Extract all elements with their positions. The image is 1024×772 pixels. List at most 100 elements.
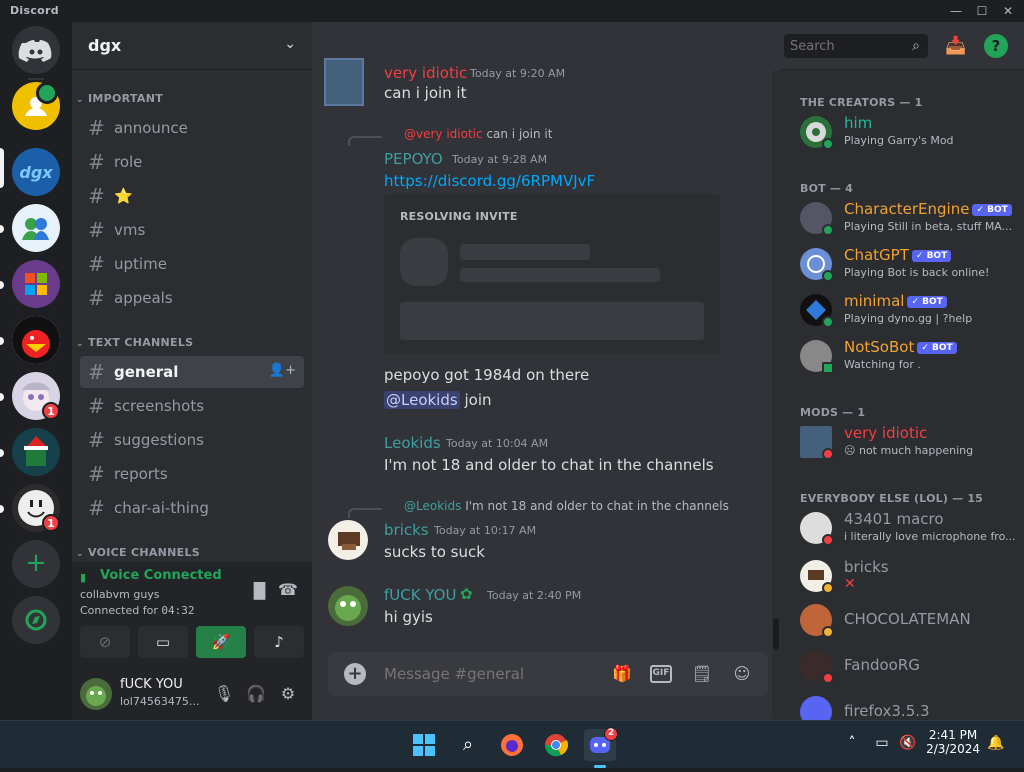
start-button[interactable] bbox=[408, 729, 440, 761]
add-server-button[interactable]: + bbox=[12, 540, 60, 588]
close-icon[interactable]: ✕ bbox=[998, 2, 1018, 20]
reply-preview[interactable]: @Leokids I'm not 18 and older to chat in… bbox=[404, 499, 729, 513]
member-item[interactable]: NotSoBot ✓ BOT Watching for . bbox=[796, 334, 1020, 378]
pepe-avatar-icon bbox=[335, 595, 361, 621]
inbox-icon[interactable]: 📥 bbox=[944, 34, 968, 58]
server-christmas[interactable] bbox=[12, 428, 60, 476]
status-online-icon bbox=[822, 224, 834, 236]
member-item[interactable]: bricks ✕ bbox=[796, 554, 1020, 598]
member-item[interactable]: him Playing Garry's Mod bbox=[796, 110, 1020, 154]
member-name-text: CharacterEngine bbox=[844, 200, 970, 218]
server-dgx[interactable]: dgx bbox=[12, 148, 60, 196]
chrome-button[interactable] bbox=[540, 729, 572, 761]
member-item[interactable]: ChatGPT ✓ BOT Playing Bot is back online! bbox=[796, 242, 1020, 286]
message-text: can i join it bbox=[384, 84, 467, 102]
gif-button[interactable]: GIF bbox=[650, 665, 672, 683]
category-label: IMPORTANT bbox=[88, 92, 164, 105]
channel-announce[interactable]: # announce bbox=[80, 112, 304, 144]
avatar[interactable] bbox=[328, 520, 368, 560]
category-voice-channels[interactable]: ⌄ VOICE CHANNELS bbox=[76, 546, 200, 559]
avatar[interactable] bbox=[324, 58, 364, 106]
member-item[interactable]: 43401 macro i literally love microphone … bbox=[796, 506, 1020, 550]
microphone-icon[interactable]: 🎙 bbox=[212, 682, 236, 706]
channel-general[interactable]: # general 👤+ bbox=[80, 356, 304, 388]
attach-plus-icon[interactable]: + bbox=[344, 663, 366, 685]
message-author[interactable]: bricks bbox=[384, 521, 429, 539]
chat-scrollbar[interactable] bbox=[772, 70, 780, 720]
voice-server[interactable]: collabvm guys bbox=[80, 588, 160, 601]
server-bird[interactable] bbox=[12, 316, 60, 364]
user-avatar[interactable] bbox=[80, 678, 112, 710]
help-icon[interactable]: ? bbox=[984, 34, 1008, 58]
channel-char-ai-thing[interactable]: # char-ai-thing bbox=[80, 492, 304, 524]
search-taskbar-button[interactable]: ⌕ bbox=[452, 729, 484, 761]
server-windows[interactable] bbox=[12, 260, 60, 308]
add-member-icon[interactable]: 👤+ bbox=[269, 363, 296, 378]
network-icon[interactable]: ▭ bbox=[872, 735, 892, 755]
channel-label: char-ai-thing bbox=[114, 499, 209, 517]
app-title: Discord bbox=[10, 4, 59, 17]
notification-bell-icon[interactable]: 🔔 bbox=[986, 735, 1006, 755]
scrollbar-thumb[interactable] bbox=[773, 618, 779, 650]
member-item[interactable]: FandooRG bbox=[796, 644, 1020, 688]
channel-label: screenshots bbox=[114, 397, 205, 415]
member-item[interactable]: CharacterEngine ✓ BOT Playing Still in be… bbox=[796, 196, 1020, 240]
activity-button[interactable]: 🚀 bbox=[196, 626, 246, 658]
message-author[interactable]: very idiotic bbox=[384, 64, 467, 82]
hash-icon: # bbox=[88, 116, 105, 140]
screen-share-button[interactable]: ▭ bbox=[138, 626, 188, 658]
category-text-channels[interactable]: ⌄ TEXT CHANNELS bbox=[76, 336, 193, 349]
voice-status[interactable]: Voice Connected bbox=[100, 568, 222, 583]
message-text-part: join bbox=[464, 391, 492, 409]
sticker-icon[interactable]: 🗒 bbox=[690, 663, 714, 685]
member-list: THE CREATORS — 1 him Playing Garry's Mod… bbox=[780, 70, 1024, 728]
home-button[interactable] bbox=[12, 26, 60, 74]
discover-button[interactable] bbox=[12, 596, 60, 644]
user-name[interactable]: fUCK YOU bbox=[120, 677, 183, 692]
maximize-icon[interactable]: ☐ bbox=[972, 2, 992, 20]
channel-suggestions[interactable]: # suggestions bbox=[80, 424, 304, 456]
invite-link[interactable]: https://discord.gg/6RPMVJvF bbox=[384, 172, 595, 190]
reply-author: @very idiotic bbox=[404, 127, 483, 141]
settings-gear-icon[interactable]: ⚙ bbox=[276, 682, 300, 706]
channel-vms[interactable]: # vms bbox=[80, 214, 304, 246]
channel-role[interactable]: # role bbox=[80, 146, 304, 178]
server-msn[interactable] bbox=[12, 204, 60, 252]
firefox-icon bbox=[501, 734, 523, 756]
invite-embed[interactable]: RESOLVING INVITE bbox=[384, 194, 720, 354]
clock-time: 2:41 PM bbox=[928, 728, 978, 742]
clock-date: 2/3/2024 bbox=[926, 742, 980, 756]
avatar[interactable] bbox=[328, 586, 368, 626]
member-name-text: minimal bbox=[844, 292, 905, 310]
message-author[interactable]: Leokids bbox=[384, 434, 441, 452]
chevron-up-icon[interactable]: ˄ bbox=[842, 735, 862, 755]
reply-preview[interactable]: @very idiotic can i join it bbox=[404, 127, 552, 141]
channel-star[interactable]: # ⭐ bbox=[80, 180, 304, 212]
member-item[interactable]: CHOCOLATEMAN bbox=[796, 598, 1020, 642]
message-author[interactable]: PEPOYO bbox=[384, 150, 443, 168]
channel-uptime[interactable]: # uptime bbox=[80, 248, 304, 280]
guild-header[interactable]: dgx ⌄ bbox=[72, 22, 312, 70]
noise-suppression-icon[interactable]: ▐▌ bbox=[248, 582, 271, 600]
channel-label: uptime bbox=[114, 255, 167, 273]
disconnect-icon[interactable]: ☎ bbox=[278, 580, 298, 599]
firefox-button[interactable] bbox=[496, 729, 528, 761]
category-important[interactable]: ⌄ IMPORTANT bbox=[76, 92, 163, 105]
volume-muted-icon[interactable]: 🔇 bbox=[898, 735, 918, 755]
chevron-icon: ⌄ bbox=[76, 549, 84, 559]
member-item[interactable]: very idiotic ☹ not much happening bbox=[796, 420, 1020, 464]
emoji-icon[interactable]: ☺ bbox=[730, 663, 754, 685]
gift-icon[interactable]: 🎁 bbox=[610, 663, 634, 685]
message-author[interactable]: fUCK YOU bbox=[384, 586, 456, 604]
channel-screenshots[interactable]: # screenshots bbox=[80, 390, 304, 422]
member-item[interactable]: minimal ✓ BOT Playing dyno.gg | ?help bbox=[796, 288, 1020, 332]
clock[interactable]: 2:41 PM 2/3/2024 bbox=[926, 728, 980, 756]
camera-off-button[interactable]: ⊘ bbox=[80, 626, 130, 658]
message-input[interactable] bbox=[384, 663, 584, 685]
minimize-icon[interactable]: — bbox=[946, 2, 966, 20]
channel-appeals[interactable]: # appeals bbox=[80, 282, 304, 314]
user-mention[interactable]: @Leokids bbox=[384, 391, 460, 409]
channel-reports[interactable]: # reports bbox=[80, 458, 304, 490]
soundboard-button[interactable]: ♪ bbox=[254, 626, 304, 658]
headphones-icon[interactable]: 🎧 bbox=[244, 682, 268, 706]
